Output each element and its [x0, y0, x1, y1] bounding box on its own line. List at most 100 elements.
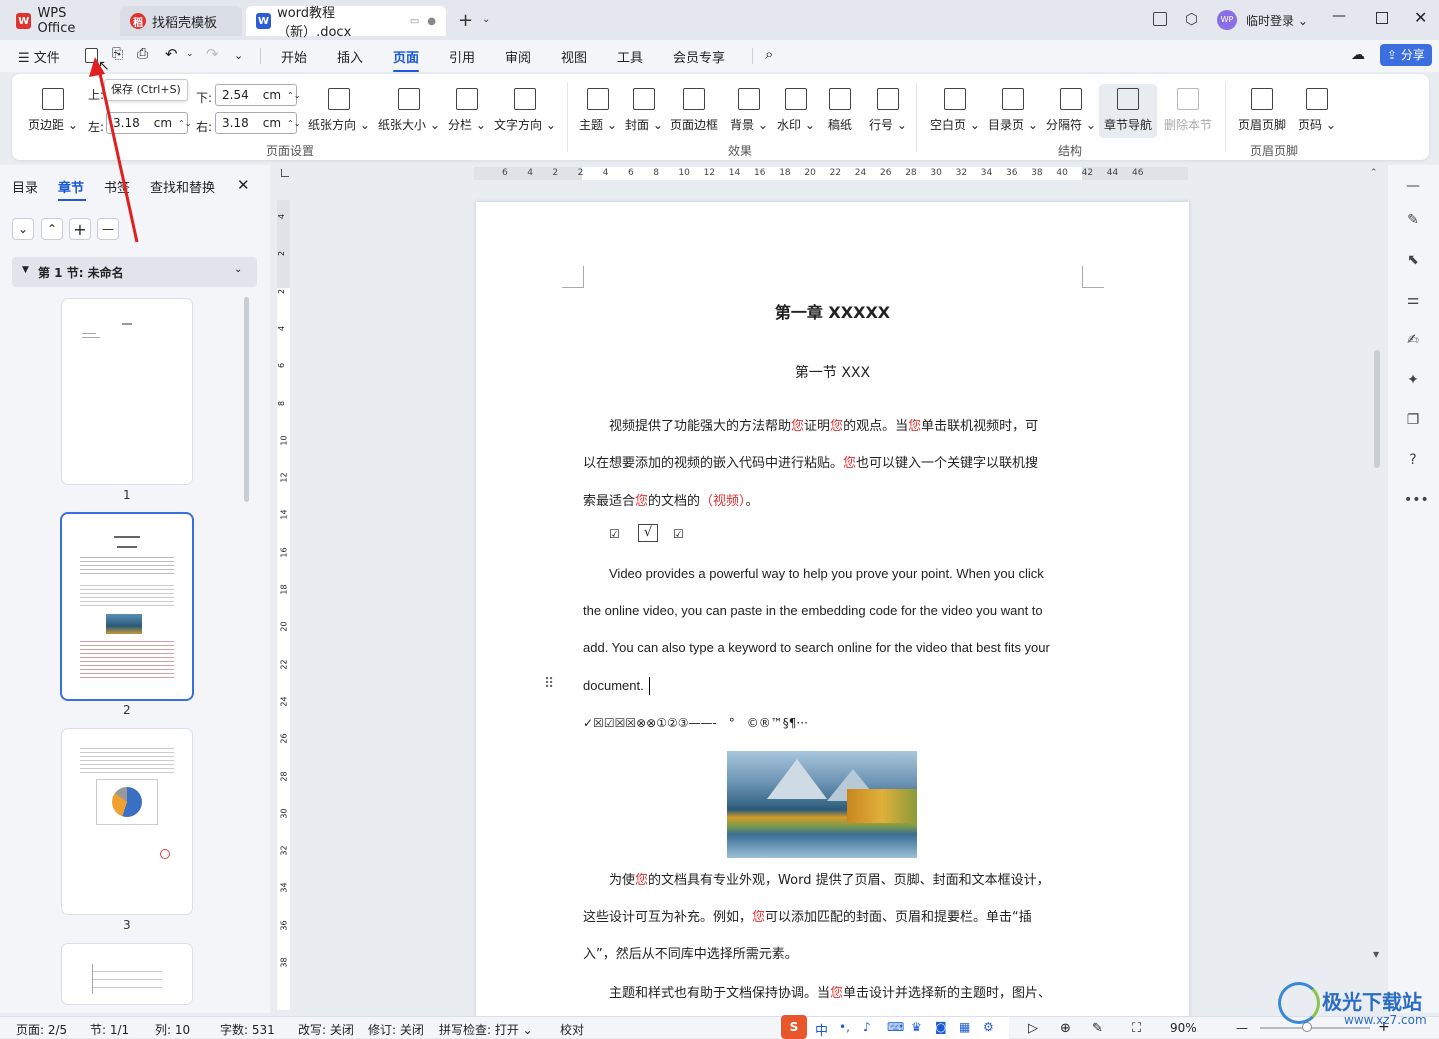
- tab-docer[interactable]: 稻 找稻壳模板: [120, 6, 242, 36]
- web-icon[interactable]: ⊕: [1060, 1021, 1071, 1036]
- login-button[interactable]: 临时登录 ⌄: [1246, 12, 1308, 29]
- menu-review[interactable]: 审阅: [505, 47, 531, 66]
- minimize-icon[interactable]: —: [1332, 8, 1346, 24]
- brush-icon[interactable]: ✎: [1092, 1021, 1103, 1036]
- close-panel-icon[interactable]: ✕: [237, 176, 250, 194]
- delete-section-button[interactable]: 删除本节: [1164, 88, 1212, 133]
- collapse-icon[interactable]: —: [1404, 177, 1422, 195]
- cover-button[interactable]: 封面 ⌄: [625, 88, 663, 133]
- paper-size-button[interactable]: 纸张大小 ⌄: [378, 88, 440, 133]
- drag-handle-icon[interactable]: ⠿: [544, 676, 554, 692]
- manuscript-button[interactable]: 稿纸: [828, 88, 852, 133]
- keyboard-icon[interactable]: ⌨: [887, 1020, 904, 1034]
- section-header[interactable]: ▼ 第 1 节: 未命名 ⌄: [12, 257, 257, 287]
- punctuation-icon[interactable]: •,: [839, 1020, 850, 1034]
- page-thumbnail-3[interactable]: [62, 729, 192, 914]
- more-icon[interactable]: •••: [1404, 491, 1429, 509]
- expand-down-icon[interactable]: ⌄: [12, 218, 34, 240]
- settings-icon[interactable]: ⚙: [983, 1020, 994, 1034]
- zoom-slider[interactable]: [1260, 1027, 1370, 1029]
- tab-sections[interactable]: 章节: [58, 177, 84, 196]
- word-count[interactable]: 字数: 531: [220, 1021, 275, 1038]
- book-icon[interactable]: ❐: [1404, 411, 1422, 429]
- select-cursor-icon[interactable]: ⬉: [1404, 251, 1422, 269]
- microphone-icon[interactable]: ♪: [863, 1020, 871, 1034]
- document-page[interactable]: 第一章 XXXXX 第一节 XXX 视频提供了功能强大的方法帮助您证明您的观点。…: [476, 202, 1189, 1022]
- cloud-icon[interactable]: ☁: [1351, 47, 1365, 63]
- page-thumbnail-4[interactable]: [62, 944, 192, 1004]
- tab-document[interactable]: W word教程（新）.docx ▭ ●: [246, 6, 446, 40]
- ime-mode-icon[interactable]: 中: [815, 1020, 828, 1039]
- chevron-down-icon[interactable]: ⌄: [482, 14, 490, 25]
- bottom-margin-input[interactable]: 2.54 cm ⌃⌄: [215, 84, 300, 106]
- toc-page-button[interactable]: 目录页 ⌄: [988, 88, 1038, 133]
- ai-write-icon[interactable]: ✍: [1404, 331, 1422, 349]
- landscape-image[interactable]: [727, 751, 917, 858]
- document-scrollbar[interactable]: [1374, 350, 1380, 468]
- tab-stop-icon[interactable]: [281, 169, 289, 177]
- ruler-toggle-icon[interactable]: ⌃: [1370, 168, 1378, 178]
- maximize-icon[interactable]: [1376, 12, 1388, 24]
- help-icon[interactable]: ?: [1404, 451, 1422, 469]
- menu-insert[interactable]: 插入: [337, 47, 363, 66]
- menu-start[interactable]: 开始: [281, 47, 307, 66]
- scrollbar[interactable]: [244, 297, 249, 502]
- horizontal-ruler[interactable]: 6 4 2 2 4 6 8 10 12 14 16 18 20 22 24 26 28 30 32 34 36 38 40 4…: [474, 167, 1188, 180]
- new-tab-icon[interactable]: +: [458, 10, 473, 31]
- tab-wps-office[interactable]: W WPS Office: [6, 6, 116, 36]
- menu-member[interactable]: 会员专享: [673, 47, 725, 66]
- avatar[interactable]: WP: [1217, 10, 1237, 30]
- header-footer-button[interactable]: 页眉页脚: [1238, 88, 1286, 133]
- cube-icon[interactable]: ⬡: [1185, 10, 1198, 28]
- line-numbers-button[interactable]: 行号 ⌄: [869, 88, 907, 133]
- zoom-out-icon[interactable]: —: [1236, 1021, 1248, 1035]
- collapse-up-icon[interactable]: ⌃: [41, 218, 63, 240]
- background-button[interactable]: 背景 ⌄: [730, 88, 768, 133]
- layout-icon[interactable]: [1153, 12, 1167, 26]
- close-icon[interactable]: ✕: [1414, 8, 1427, 27]
- margins-button[interactable]: 页边距 ⌄: [28, 88, 78, 133]
- overwrite-status[interactable]: 改写: 关闭: [298, 1021, 354, 1038]
- magic-wand-icon[interactable]: ✦: [1404, 371, 1422, 389]
- section-indicator[interactable]: 节: 1/1: [90, 1021, 129, 1038]
- blank-page-button[interactable]: 空白页 ⌄: [930, 88, 980, 133]
- scroll-down-icon[interactable]: ▼: [1373, 950, 1379, 959]
- apps-icon[interactable]: ▦: [959, 1020, 970, 1034]
- menu-view[interactable]: 视图: [561, 47, 587, 66]
- undo-icon[interactable]: ↶: [165, 45, 178, 63]
- track-changes-status[interactable]: 修订: 关闭: [368, 1021, 424, 1038]
- menu-tools[interactable]: 工具: [617, 47, 643, 66]
- spell-check-status[interactable]: 拼写检查: 打开 ⌄: [439, 1021, 533, 1038]
- page-border-button[interactable]: 页面边框: [670, 88, 718, 133]
- section-nav-button[interactable]: 章节导航: [1099, 84, 1157, 138]
- breaks-button[interactable]: 分隔符 ⌄: [1046, 88, 1096, 133]
- settings-sliders-icon[interactable]: ⚌: [1404, 291, 1422, 309]
- watermark-button[interactable]: 水印 ⌄: [777, 88, 815, 133]
- fit-page-icon[interactable]: ⛶: [1132, 1021, 1141, 1036]
- menu-reference[interactable]: 引用: [449, 47, 475, 66]
- theme-button[interactable]: 主题 ⌄: [579, 88, 617, 133]
- proofread-button[interactable]: 校对: [560, 1021, 584, 1038]
- redo-icon[interactable]: ↷: [206, 45, 219, 63]
- page-indicator[interactable]: 页面: 2/5: [16, 1021, 67, 1038]
- text-direction-button[interactable]: 文字方向 ⌄: [494, 88, 556, 133]
- undo-dropdown-icon[interactable]: ⌄: [186, 49, 194, 59]
- game-icon[interactable]: ◙: [935, 1020, 947, 1034]
- page-thumbnail-2[interactable]: [62, 514, 192, 699]
- sogou-ime-icon[interactable]: S: [781, 1015, 807, 1039]
- pen-icon[interactable]: ✎: [1404, 211, 1422, 229]
- page-number-button[interactable]: 页码 ⌄: [1298, 88, 1336, 133]
- skin-icon[interactable]: ♛: [911, 1020, 922, 1034]
- more-chevron-icon[interactable]: ⌄: [234, 49, 243, 62]
- tab-toc[interactable]: 目录: [12, 177, 38, 196]
- share-button[interactable]: ⇪ 分享: [1380, 44, 1432, 66]
- ime-toolbar[interactable]: S 中 •, ♪ ⌨ ♛ ◙ ▦ ⚙: [779, 1015, 1009, 1039]
- columns-button[interactable]: 分栏 ⌄: [448, 88, 486, 133]
- menu-page[interactable]: 页面: [393, 47, 420, 72]
- file-menu[interactable]: ☰ 文件: [18, 47, 60, 66]
- zoom-level[interactable]: 90%: [1170, 1021, 1197, 1035]
- search-icon[interactable]: ⌕: [765, 45, 773, 63]
- vertical-ruler[interactable]: 4 2 2 4 6 8 10 12 14 16 18 20 22 24 26 28 30 32 34 36 38: [277, 200, 290, 1010]
- page-thumbnail-1[interactable]: [62, 299, 192, 484]
- tab-find-replace[interactable]: 查找和替换: [150, 177, 215, 196]
